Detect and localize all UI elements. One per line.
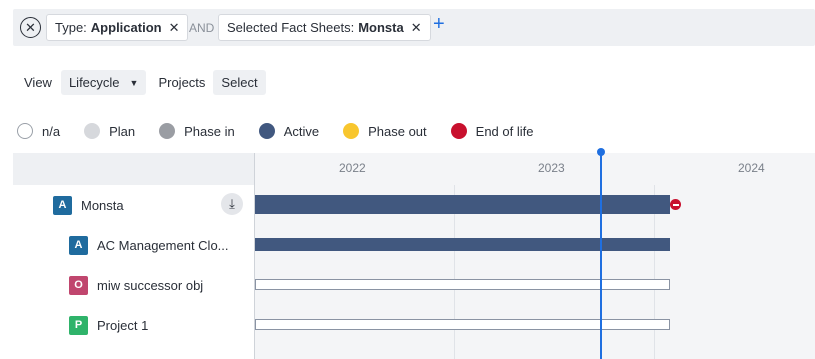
legend-label: Phase in [184,123,235,139]
fact-sheet-badge: P [69,315,88,335]
timeline-row-monsta[interactable]: A Monsta [53,195,124,215]
legend-item-active: Active [258,123,320,139]
filter-chip-value: Monsta [358,20,404,35]
filter-chip-prefix: Selected Fact Sheets: [227,20,355,35]
remove-filter-icon[interactable]: ✕ [411,20,422,36]
fact-sheet-name: miw successor obj [97,277,204,293]
year-label: 2023 [538,161,565,175]
lifecycle-bar-na[interactable] [255,279,670,290]
remove-filter-icon[interactable]: ✕ [169,20,180,36]
projects-label: Projects [158,75,206,90]
legend-item-phase-out: Phase out [343,123,427,139]
filter-bar: ✕ Type: Application ✕ AND Selected Fact … [13,9,815,46]
view-dropdown-value: Lifecycle [68,75,120,90]
lifecycle-legend: n/a Plan Phase in Active Phase out End o… [17,121,557,141]
fact-sheet-name: AC Management Clo... [97,237,229,253]
legend-item-plan: Plan [84,123,135,139]
end-of-life-icon [670,199,681,210]
expand-children-icon[interactable]: ⤓ [221,193,243,215]
legend-dot [258,123,275,139]
legend-label: Active [283,123,320,139]
fact-sheet-name: Project 1 [97,317,149,333]
legend-label: n/a [42,123,61,139]
lifecycle-bar-na[interactable] [255,319,670,330]
timeline-row-miw-successor[interactable]: O miw successor obj [69,275,203,295]
legend-dot [343,123,360,139]
legend-label: End of life [475,123,534,139]
lifecycle-bar-active[interactable] [255,238,670,251]
fact-sheet-badge: A [69,235,88,255]
filter-chip-selected-fact-sheets[interactable]: Selected Fact Sheets: Monsta ✕ [218,14,431,41]
today-marker-line [600,153,602,359]
legend-dot [84,123,101,139]
year-label: 2024 [738,161,765,175]
fact-sheet-name: Monsta [81,197,124,213]
legend-item-na: n/a [17,123,60,139]
filter-chip-type[interactable]: Type: Application ✕ [46,14,189,41]
legend-dot [450,123,467,139]
projects-select-label: Select [221,75,258,90]
legend-label: Phase out [368,123,427,139]
year-label: 2022 [339,161,366,175]
legend-item-end-of-life: End of life [450,123,534,139]
timeline-row-project-1[interactable]: P Project 1 [69,315,148,335]
legend-dot [17,123,33,139]
fact-sheet-badge: A [53,195,72,215]
clear-filters-icon[interactable]: ✕ [20,17,41,38]
filter-chip-prefix: Type: [55,20,87,35]
add-filter-icon[interactable]: + [433,14,445,34]
legend-dot [159,123,176,139]
legend-item-phase-in: Phase in [159,123,235,139]
view-dropdown[interactable]: Lifecycle ▼ [60,70,147,95]
legend-label: Plan [109,123,136,139]
fact-sheet-badge: O [69,275,88,295]
lifecycle-bar-active[interactable] [255,195,670,214]
timeline-row-ac-management[interactable]: A AC Management Clo... [69,235,229,255]
view-toolbar: View Lifecycle ▼ Projects Select [24,70,266,95]
today-marker-dot[interactable] [597,148,605,156]
view-label: View [24,75,52,90]
projects-select-button[interactable]: Select [213,70,266,95]
and-label: AND [189,21,215,35]
chevron-down-icon: ▼ [129,77,139,88]
filter-chip-value: Application [90,20,162,35]
